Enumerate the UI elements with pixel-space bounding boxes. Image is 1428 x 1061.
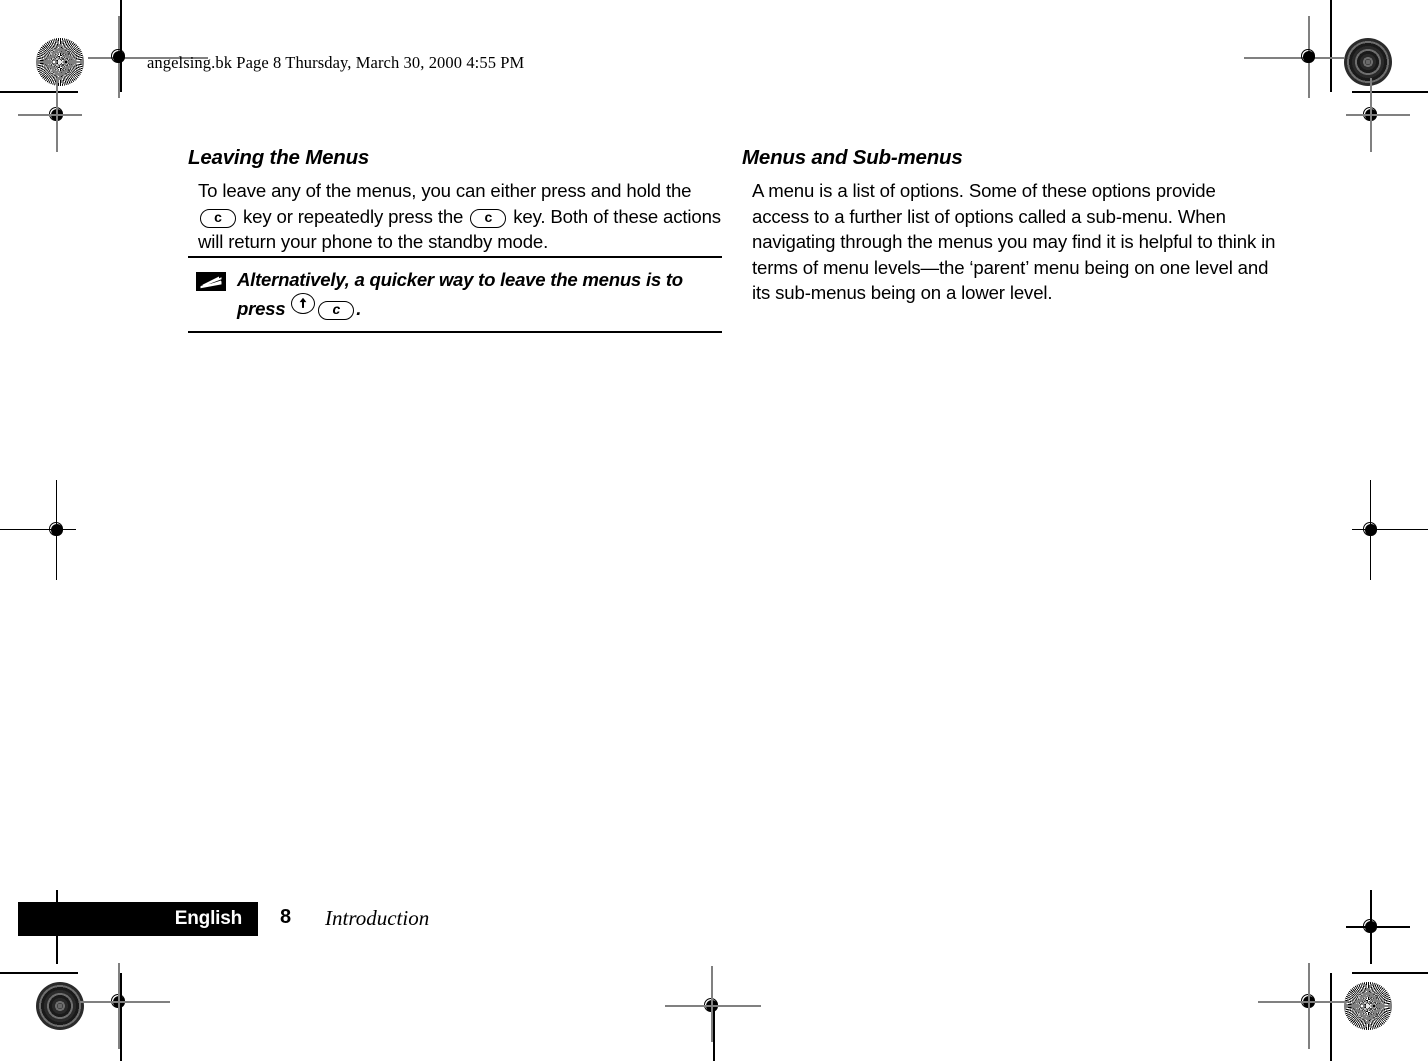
footer-language-bar: English <box>18 902 258 936</box>
section-heading-leaving-the-menus: Leaving the Menus <box>188 146 370 169</box>
page-slug: angelsing.bk Page 8 Thursday, March 30, … <box>147 53 525 72</box>
footer-language-label: English <box>174 908 242 929</box>
paragraph-text-part-2: key or repeatedly press the <box>238 205 469 227</box>
reg-guide-vertical-bottomright-lower <box>1308 963 1310 1049</box>
reg-guide-vertical-topright-lower <box>1370 78 1372 152</box>
paragraph-menus-and-sub-menus: A menu is a list of options. Some of the… <box>752 180 1276 304</box>
reg-guide-vertical-bottomright-upper <box>1370 890 1372 964</box>
note-text: Alternatively, a quicker way to leave th… <box>237 267 722 321</box>
reg-guide-horizontal-middle-right <box>1352 529 1428 531</box>
lightning-bolt-icon <box>196 272 226 291</box>
left-column: Leaving the Menus To leave any of the me… <box>188 146 722 255</box>
trim-line-horizontal-bottomleft <box>0 972 78 974</box>
scanned-page: angelsing.bk Page 8 Thursday, March 30, … <box>0 0 1428 1061</box>
reg-guide-horizontal-bottomleft-lower <box>80 1001 170 1003</box>
starburst-rosette-bottomright <box>1344 982 1392 1030</box>
reg-guide-horizontal-bottomright-lower <box>1258 1001 1348 1003</box>
concentric-ring-rosette-topright <box>1344 38 1392 86</box>
reg-guide-horizontal-bottom-center <box>665 1005 761 1007</box>
reg-guide-vertical-middle-left <box>56 480 58 580</box>
reg-guide-vertical-bottomleft-lower <box>118 963 120 1049</box>
note-content: Alternatively, a quicker way to leave th… <box>188 267 722 321</box>
trim-line-horizontal-topleft <box>0 91 78 93</box>
trim-line-horizontal-topright <box>1352 91 1428 93</box>
note-text-part-2: . <box>356 297 362 319</box>
footer-page-number: 8 <box>280 906 292 928</box>
registration-target-top-left-upper <box>104 42 134 72</box>
reg-guide-horizontal-bottomright-upper <box>1346 926 1410 928</box>
note-callout-box: Alternatively, a quicker way to leave th… <box>188 256 722 333</box>
concentric-ring-rosette-bottomleft <box>36 982 84 1030</box>
registration-target-top-right-upper <box>1294 42 1324 72</box>
reg-guide-horizontal-middle-left <box>0 529 76 531</box>
reg-guide-vertical-topleft-lower <box>56 78 58 152</box>
trim-line-horizontal-bottomright <box>1352 972 1428 974</box>
key-clear-icon: c <box>318 300 355 320</box>
key-clear-icon: c <box>200 208 236 228</box>
right-column: Menus and Sub-menus A menu is a list of … <box>742 146 1276 306</box>
paragraph-text-part-1: To leave any of the menus, you can eithe… <box>198 180 692 201</box>
trim-line-vertical-bottom-center <box>713 1008 715 1061</box>
trim-line-vertical-bottomright <box>1330 973 1332 1061</box>
reg-guide-vertical-middle-right <box>1370 480 1372 580</box>
starburst-rosette-topleft <box>36 38 84 86</box>
section-heading-menus-and-sub-menus: Menus and Sub-menus <box>742 146 963 169</box>
footer-chapter-name: Introduction <box>325 906 430 930</box>
trim-line-vertical-right <box>1330 0 1332 92</box>
key-up-arrow-icon <box>291 292 316 314</box>
key-clear-icon: c <box>470 208 507 228</box>
paragraph-leaving-the-menus: To leave any of the menus, you can eithe… <box>188 178 722 255</box>
reg-guide-horizontal-topright-lower <box>1346 114 1410 116</box>
reg-guide-horizontal-topleft-lower <box>18 114 82 116</box>
